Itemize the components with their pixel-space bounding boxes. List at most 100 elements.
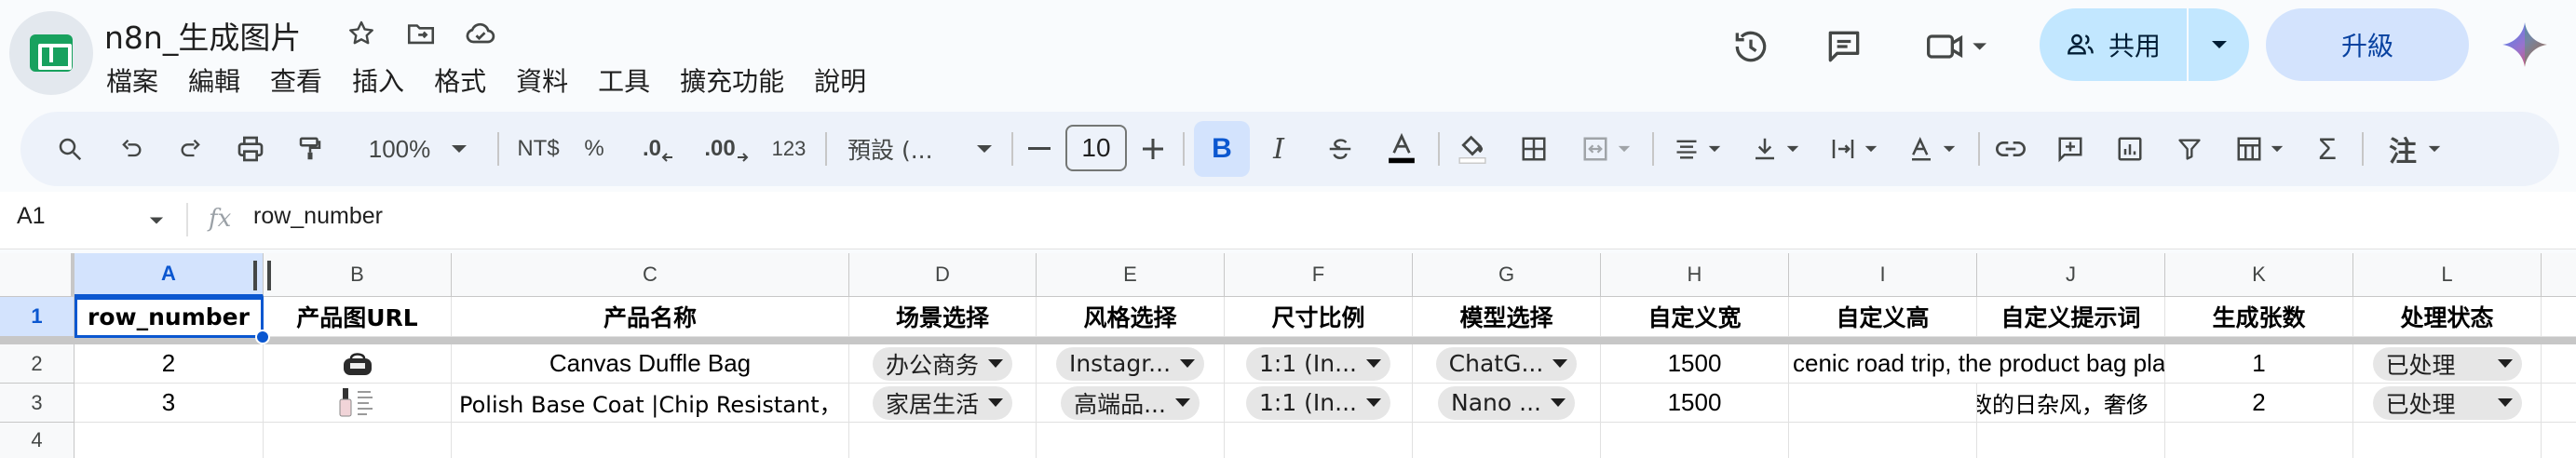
- bold-button[interactable]: B: [1194, 121, 1250, 177]
- decrease-decimal-button[interactable]: .0: [635, 112, 682, 186]
- insert-comment-icon[interactable]: [2047, 112, 2094, 186]
- functions-icon[interactable]: Σ: [2304, 112, 2351, 186]
- format-currency-button[interactable]: NT$: [510, 112, 566, 186]
- header-cell-height[interactable]: 自定义高: [1789, 297, 1977, 337]
- table-cell[interactable]: 2: [2165, 384, 2353, 423]
- table-cell[interactable]: cenic road trip, the product bag pla: [1789, 344, 2165, 384]
- dropdown-chip[interactable]: 已处理: [2372, 346, 2522, 381]
- dropdown-chip[interactable]: 1:1 (In...: [1246, 346, 1390, 381]
- version-history-icon[interactable]: [1723, 19, 1779, 74]
- table-cell[interactable]: 1:1 (In...: [1225, 384, 1413, 423]
- merge-cells-icon[interactable]: [1570, 112, 1641, 186]
- name-box[interactable]: A1: [17, 203, 46, 230]
- table-cell[interactable]: [1789, 384, 1977, 423]
- gemini-icon[interactable]: [2501, 20, 2549, 69]
- dropdown-chip[interactable]: 家居生活: [872, 385, 1012, 420]
- table-cell[interactable]: [1225, 423, 1413, 458]
- menu-view[interactable]: 查看: [270, 61, 322, 99]
- column-header-g[interactable]: G: [1413, 253, 1601, 297]
- filter-icon[interactable]: [2166, 112, 2213, 186]
- paint-format-icon[interactable]: [287, 112, 333, 186]
- table-cell[interactable]: [2165, 423, 2353, 458]
- table-cell[interactable]: [1789, 423, 1977, 458]
- column-header-i[interactable]: I: [1789, 253, 1977, 297]
- print-icon[interactable]: [227, 112, 274, 186]
- table-cell[interactable]: [1413, 423, 1601, 458]
- text-rotation-icon[interactable]: [1896, 112, 1967, 186]
- more-options-button[interactable]: 注: [2373, 112, 2457, 186]
- strikethrough-icon[interactable]: [1317, 112, 1363, 186]
- header-cell-scene[interactable]: 场景选择: [849, 297, 1037, 337]
- header-cell-product-name[interactable]: 产品名称: [452, 297, 849, 337]
- upgrade-button[interactable]: 升級: [2266, 8, 2469, 81]
- vertical-align-icon[interactable]: [1740, 112, 1810, 186]
- header-cell-width[interactable]: 自定义宽: [1601, 297, 1789, 337]
- borders-icon[interactable]: [1511, 112, 1557, 186]
- share-dropdown-icon[interactable]: [2189, 39, 2249, 50]
- meet-icon[interactable]: [1918, 19, 1993, 74]
- increase-font-size-icon[interactable]: [1134, 112, 1172, 186]
- table-cell[interactable]: 2: [75, 344, 264, 384]
- menu-extensions[interactable]: 擴充功能: [680, 61, 784, 99]
- move-folder-icon[interactable]: [402, 15, 440, 52]
- table-cell[interactable]: [2542, 384, 2576, 423]
- table-cell[interactable]: 1:1 (In...: [1225, 344, 1413, 384]
- menu-tools[interactable]: 工具: [598, 61, 650, 99]
- header-cell-image-url[interactable]: 产品图URL: [264, 297, 452, 337]
- table-cell[interactable]: [264, 344, 452, 384]
- table-cell[interactable]: Polish Base Coat |Chip Resistant，: [452, 384, 849, 423]
- fill-color-icon[interactable]: [1449, 112, 1496, 186]
- row-header-3[interactable]: 3: [0, 384, 75, 423]
- table-cell[interactable]: 已处理: [2353, 384, 2542, 423]
- zoom-select[interactable]: 100%: [358, 112, 479, 186]
- italic-button[interactable]: I: [1255, 112, 1302, 186]
- sheets-logo-icon[interactable]: [9, 11, 93, 95]
- dropdown-chip[interactable]: 办公商务: [872, 346, 1012, 381]
- table-cell[interactable]: 办公商务: [849, 344, 1037, 384]
- table-cell[interactable]: [2353, 423, 2542, 458]
- select-all-corner[interactable]: [0, 253, 75, 297]
- text-wrapping-icon[interactable]: [1818, 112, 1889, 186]
- table-cell[interactable]: 已处理: [2353, 344, 2542, 384]
- increase-decimal-button[interactable]: .00: [698, 112, 754, 186]
- table-cell[interactable]: [1037, 423, 1225, 458]
- row-header-4[interactable]: 4: [0, 423, 75, 458]
- header-cell-prompt[interactable]: 自定义提示词: [1977, 297, 2165, 337]
- dropdown-chip[interactable]: 已处理: [2372, 385, 2522, 420]
- table-cell[interactable]: [452, 423, 849, 458]
- table-cell[interactable]: [75, 423, 264, 458]
- table-cell[interactable]: 家居生活: [849, 384, 1037, 423]
- table-cell[interactable]: [264, 423, 452, 458]
- menu-help[interactable]: 說明: [814, 61, 866, 99]
- font-size-input[interactable]: 10: [1065, 125, 1127, 171]
- column-resize-handle[interactable]: [253, 261, 257, 290]
- table-cell[interactable]: ChatG...: [1413, 344, 1601, 384]
- table-cell[interactable]: [1601, 423, 1789, 458]
- frozen-row-divider[interactable]: [0, 337, 2576, 344]
- table-cell[interactable]: [2542, 344, 2576, 384]
- insert-chart-icon[interactable]: [2107, 112, 2153, 186]
- dropdown-chip[interactable]: 1:1 (In...: [1246, 385, 1390, 420]
- table-cell[interactable]: [264, 384, 452, 423]
- menu-insert[interactable]: 插入: [352, 61, 404, 99]
- column-header-b[interactable]: B: [264, 253, 452, 297]
- horizontal-align-icon[interactable]: [1661, 112, 1732, 186]
- search-menus-icon[interactable]: [47, 112, 93, 186]
- share-button[interactable]: 共用: [2040, 8, 2249, 81]
- header-cell-row-number[interactable]: row_number: [75, 297, 264, 337]
- cloud-status-icon[interactable]: [462, 15, 499, 52]
- table-cell[interactable]: 1500: [1601, 384, 1789, 423]
- row-header-2[interactable]: 2: [0, 344, 75, 384]
- decrease-font-size-icon[interactable]: [1021, 112, 1058, 186]
- more-formats-button[interactable]: 123: [766, 112, 812, 186]
- column-header-m[interactable]: [2542, 253, 2576, 297]
- document-title[interactable]: n8n_生成图片: [104, 13, 301, 58]
- dropdown-chip[interactable]: Nano ...: [1438, 385, 1575, 420]
- insert-link-icon[interactable]: [1987, 112, 2034, 186]
- column-header-f[interactable]: F: [1225, 253, 1413, 297]
- menu-edit[interactable]: 編輯: [188, 61, 240, 99]
- menu-format[interactable]: 格式: [434, 61, 486, 99]
- table-cell[interactable]: 1500: [1601, 344, 1789, 384]
- star-icon[interactable]: [343, 15, 380, 52]
- menu-data[interactable]: 資料: [516, 61, 568, 99]
